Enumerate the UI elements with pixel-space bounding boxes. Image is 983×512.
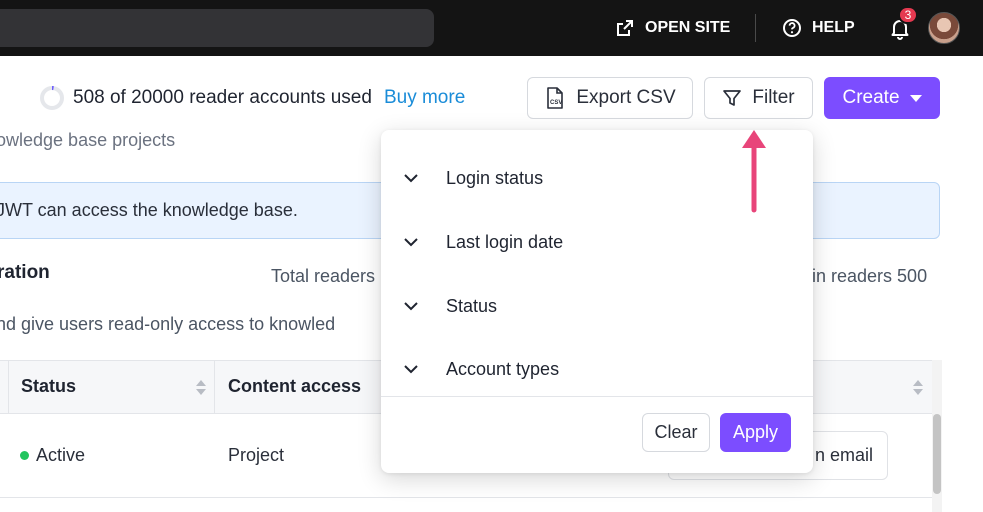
column-separator	[214, 361, 215, 413]
funnel-icon	[723, 90, 742, 106]
page-subtitle: owledge base projects	[0, 130, 176, 150]
column-header-content-access[interactable]: Content access	[228, 376, 361, 397]
sort-icon[interactable]	[913, 380, 923, 396]
total-readers-text: Total readers	[271, 266, 376, 286]
filter-item-label: Last login date	[446, 231, 564, 252]
section-title: ration	[0, 262, 50, 283]
usage-text: 508 of 20000 reader accounts used	[73, 87, 372, 108]
open-site-label: OPEN SITE	[645, 19, 731, 36]
create-button[interactable]: Create	[824, 77, 940, 119]
filter-item-label: Login status	[446, 167, 544, 188]
active-status-dot	[20, 451, 29, 460]
column-header-status[interactable]: Status	[21, 376, 76, 397]
export-csv-label: Export CSV	[576, 87, 676, 108]
scrollbar-thumb[interactable]	[933, 414, 941, 494]
clear-filter-button[interactable]: Clear	[642, 413, 710, 452]
filter-item-label: Account types	[446, 358, 560, 379]
help-circle-icon	[783, 19, 801, 37]
filter-account-types[interactable]: Account types	[381, 349, 813, 389]
buy-more-link[interactable]: Buy more	[384, 87, 465, 109]
dropdown-divider	[381, 396, 813, 397]
filter-label: Filter	[752, 87, 795, 108]
filter-last-login-date[interactable]: Last login date	[381, 222, 813, 262]
reader-usage-summary: 508 of 20000 reader accounts used Buy mo…	[39, 85, 465, 111]
info-banner-text: JWT can access the knowledge base.	[0, 200, 298, 220]
apply-filter-button[interactable]: Apply	[720, 413, 791, 452]
usage-progress-ring	[40, 86, 64, 110]
notification-badge: 3	[898, 6, 918, 24]
filter-item-label: Status	[446, 295, 498, 316]
help-link[interactable]: HELP	[782, 16, 855, 40]
external-link-icon	[617, 20, 633, 36]
status-cell: Active	[20, 445, 85, 466]
open-site-link[interactable]: OPEN SITE	[615, 16, 730, 40]
filter-button[interactable]: Filter	[704, 77, 813, 119]
export-csv-button[interactable]: CSV Export CSV	[527, 77, 693, 119]
help-label: HELP	[812, 19, 855, 36]
status-text: Active	[36, 445, 86, 465]
filter-status[interactable]: Status	[381, 286, 813, 326]
global-search-input[interactable]	[0, 9, 434, 47]
sort-icon[interactable]	[196, 380, 206, 396]
chevron-down-icon	[404, 174, 418, 183]
user-avatar[interactable]	[928, 12, 960, 44]
svg-text:CSV: CSV	[550, 100, 562, 106]
nav-divider	[755, 14, 756, 42]
chevron-down-icon	[404, 238, 418, 247]
annotation-arrow-icon	[742, 130, 766, 213]
content-access-cell: Project	[228, 445, 285, 465]
top-navigation-bar: OPEN SITE HELP 3	[0, 0, 983, 56]
column-separator	[8, 361, 9, 413]
caret-down-icon	[909, 94, 922, 102]
section-description: nd give users read-only access to knowle…	[0, 314, 336, 334]
readers-count-text: in readers 500	[812, 266, 928, 286]
chevron-down-icon	[404, 302, 418, 311]
chevron-down-icon	[404, 365, 418, 374]
csv-file-icon: CSV	[547, 87, 564, 109]
create-label: Create	[842, 87, 900, 108]
